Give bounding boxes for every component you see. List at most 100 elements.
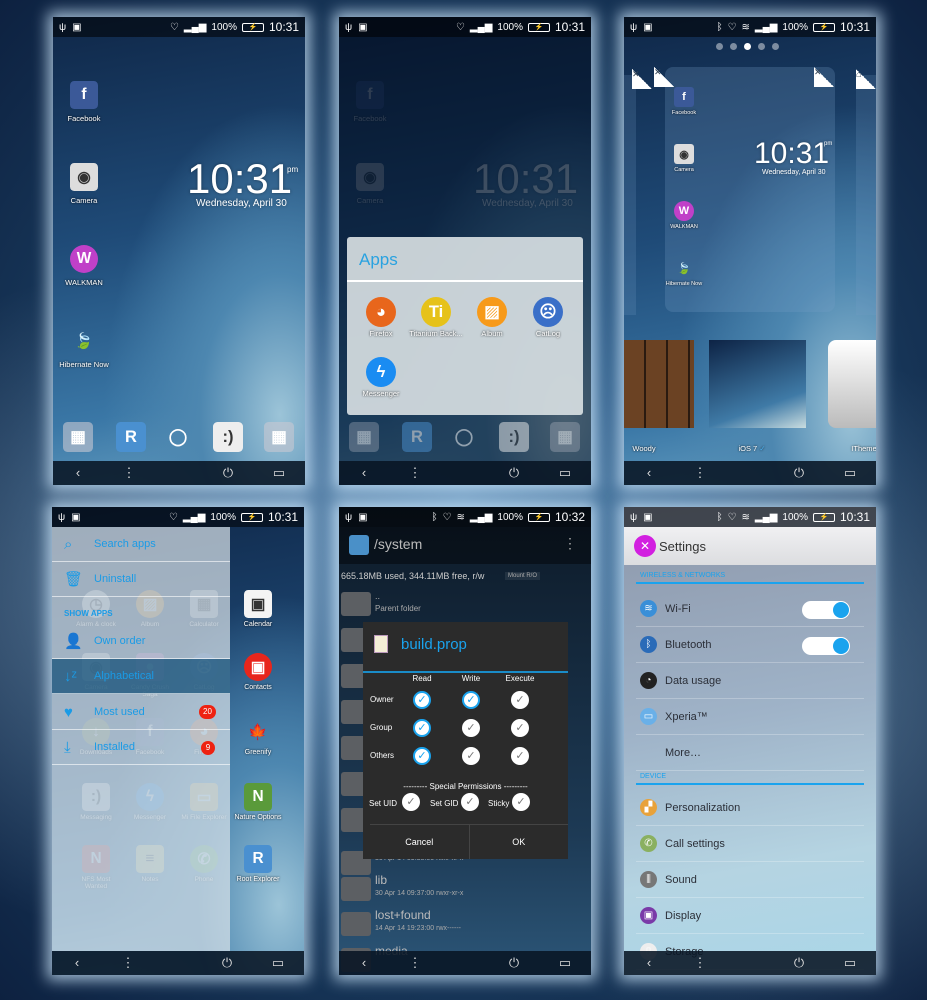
add-screen-icon[interactable]: ⌂	[856, 69, 876, 89]
permission-checkbox[interactable]: ✓	[413, 719, 431, 737]
settings-item-more-[interactable]: More…	[636, 735, 864, 771]
menu-button[interactable]: ⋮	[694, 465, 707, 481]
home-button-icon[interactable]: ◯	[449, 422, 479, 452]
settings-item-display[interactable]: ▣ Display	[636, 898, 864, 934]
menu-button[interactable]: ⋮	[122, 955, 135, 971]
page-dot[interactable]	[744, 43, 751, 50]
permission-checkbox[interactable]: ✓	[413, 691, 431, 709]
recents-button[interactable]: ▭	[844, 465, 856, 481]
alphabetical-item[interactable]: ↓ᶻ Alphabetical	[52, 659, 230, 694]
messaging-icon[interactable]: :)	[213, 422, 243, 452]
settings-item-xperia-[interactable]: ▭ Xperia™	[636, 699, 864, 735]
permission-checkbox[interactable]: ✓	[511, 719, 529, 737]
back-button[interactable]: ‹	[75, 955, 79, 970]
greenify-icon[interactable]: 🍁	[244, 718, 272, 746]
games-folder-icon[interactable]: ▦	[550, 422, 580, 452]
file-row[interactable]: lost+found 14 Apr 14 19:23:00 rwx------	[339, 908, 591, 942]
page-dot[interactable]	[772, 43, 779, 50]
back-button[interactable]: ‹	[362, 955, 366, 970]
back-button[interactable]: ‹	[362, 465, 366, 480]
menu-button[interactable]: ⋮	[409, 465, 422, 481]
settings-item-data-usage[interactable]: ◔ Data usage	[636, 663, 864, 699]
root-explorer-icon[interactable]: R	[116, 422, 146, 452]
power-button[interactable]: ⏻	[223, 465, 233, 481]
settings-item-wi-fi[interactable]: ≋ Wi-Fi	[636, 591, 864, 627]
page-dot[interactable]	[730, 43, 737, 50]
nature-options-icon[interactable]: N	[244, 783, 272, 811]
power-button[interactable]: ⏻	[509, 955, 519, 971]
page-dot[interactable]	[758, 43, 765, 50]
own-order-item[interactable]: 👤 Own order	[52, 624, 230, 659]
cancel-button[interactable]: Cancel	[370, 825, 470, 859]
settings-item-bluetooth[interactable]: ᛒ Bluetooth	[636, 627, 864, 663]
folder-icon[interactable]: ▦	[349, 422, 379, 452]
next-preview-card[interactable]	[856, 75, 876, 315]
remove-screen-icon[interactable]: ✕	[814, 67, 834, 87]
wi-fi-toggle[interactable]	[802, 601, 850, 619]
permission-checkbox[interactable]: ✓	[462, 719, 480, 737]
messaging-icon[interactable]: :)	[499, 422, 529, 452]
permission-checkbox[interactable]: ✓	[413, 747, 431, 765]
sticky-checkbox[interactable]: ✓	[512, 793, 530, 811]
power-button[interactable]: ⏻	[509, 465, 519, 481]
page-dot[interactable]	[716, 43, 723, 50]
uninstall-item[interactable]: 🗑 Uninstall	[52, 562, 230, 597]
catlog-icon[interactable]: ☹	[533, 297, 563, 327]
permission-checkbox[interactable]: ✓	[511, 747, 529, 765]
mount-ro-button[interactable]: Mount R/O	[505, 572, 541, 580]
camera-icon[interactable]: ◉	[70, 163, 98, 191]
recents-button[interactable]: ▭	[272, 955, 284, 971]
search-apps-item[interactable]: ⌕ Search apps	[52, 527, 230, 562]
titanium-icon[interactable]: Ti	[421, 297, 451, 327]
folder-icon[interactable]: ▦	[63, 422, 93, 452]
walkman-icon[interactable]: W	[674, 201, 694, 221]
recents-button[interactable]: ▭	[559, 465, 571, 481]
theme-thumbnail[interactable]	[624, 340, 694, 428]
file-row[interactable]: lib 30 Apr 14 09:37:00 rwxr-xr-x	[339, 873, 591, 907]
theme-thumbnail[interactable]	[709, 340, 806, 428]
back-button[interactable]: ‹	[76, 465, 80, 480]
facebook-icon[interactable]: f	[674, 87, 694, 107]
theme-thumbnail[interactable]	[828, 340, 876, 428]
home-button-icon[interactable]: ◯	[163, 422, 193, 452]
power-button[interactable]: ⏻	[222, 955, 232, 971]
permission-checkbox[interactable]: ✓	[511, 691, 529, 709]
power-button[interactable]: ⏻	[794, 465, 804, 481]
settings-item-sound[interactable]: ⫼ Sound	[636, 862, 864, 898]
hibernate-icon[interactable]: 🍃	[674, 258, 694, 278]
set-gid-checkbox[interactable]: ✓	[461, 793, 479, 811]
menu-button[interactable]: ⋮	[123, 465, 136, 481]
permission-checkbox[interactable]: ✓	[462, 691, 480, 709]
permission-checkbox[interactable]: ✓	[462, 747, 480, 765]
remove-screen-icon[interactable]: ✕	[632, 69, 652, 89]
back-button[interactable]: ‹	[647, 955, 651, 970]
power-button[interactable]: ⏻	[794, 955, 804, 971]
games-folder-icon[interactable]: ▦	[264, 422, 294, 452]
hibernate-icon[interactable]: 🍃	[70, 327, 98, 355]
remove-screen-icon[interactable]: ✕	[654, 67, 674, 87]
walkman-icon[interactable]: W	[70, 245, 98, 273]
ok-button[interactable]: OK	[470, 825, 569, 859]
camera-icon[interactable]: ◉	[674, 144, 694, 164]
set-uid-checkbox[interactable]: ✓	[402, 793, 420, 811]
root-explorer-icon[interactable]: R	[402, 422, 432, 452]
facebook-icon[interactable]: f	[70, 81, 98, 109]
firefox-icon[interactable]: ◕	[366, 297, 396, 327]
calendar-icon[interactable]: ▣	[244, 590, 272, 618]
contacts-icon[interactable]: ▣	[244, 653, 272, 681]
settings-item-personalization[interactable]: ▞ Personalization	[636, 790, 864, 826]
messenger-icon[interactable]: ϟ	[366, 357, 396, 387]
folder-title[interactable]: Apps	[347, 237, 583, 282]
root-explorer-icon[interactable]: R	[244, 845, 272, 873]
back-button[interactable]: ‹	[647, 465, 651, 480]
recents-button[interactable]: ▭	[273, 465, 285, 481]
prev-preview-card[interactable]	[624, 75, 636, 315]
overflow-menu-icon[interactable]: ⋮	[563, 535, 577, 552]
recents-button[interactable]: ▭	[559, 955, 571, 971]
settings-item-call-settings[interactable]: ✆ Call settings	[636, 826, 864, 862]
menu-button[interactable]: ⋮	[409, 955, 422, 971]
menu-button[interactable]: ⋮	[694, 955, 707, 971]
bluetooth-toggle[interactable]	[802, 637, 850, 655]
recents-button[interactable]: ▭	[844, 955, 856, 971]
album-icon[interactable]: ▨	[477, 297, 507, 327]
